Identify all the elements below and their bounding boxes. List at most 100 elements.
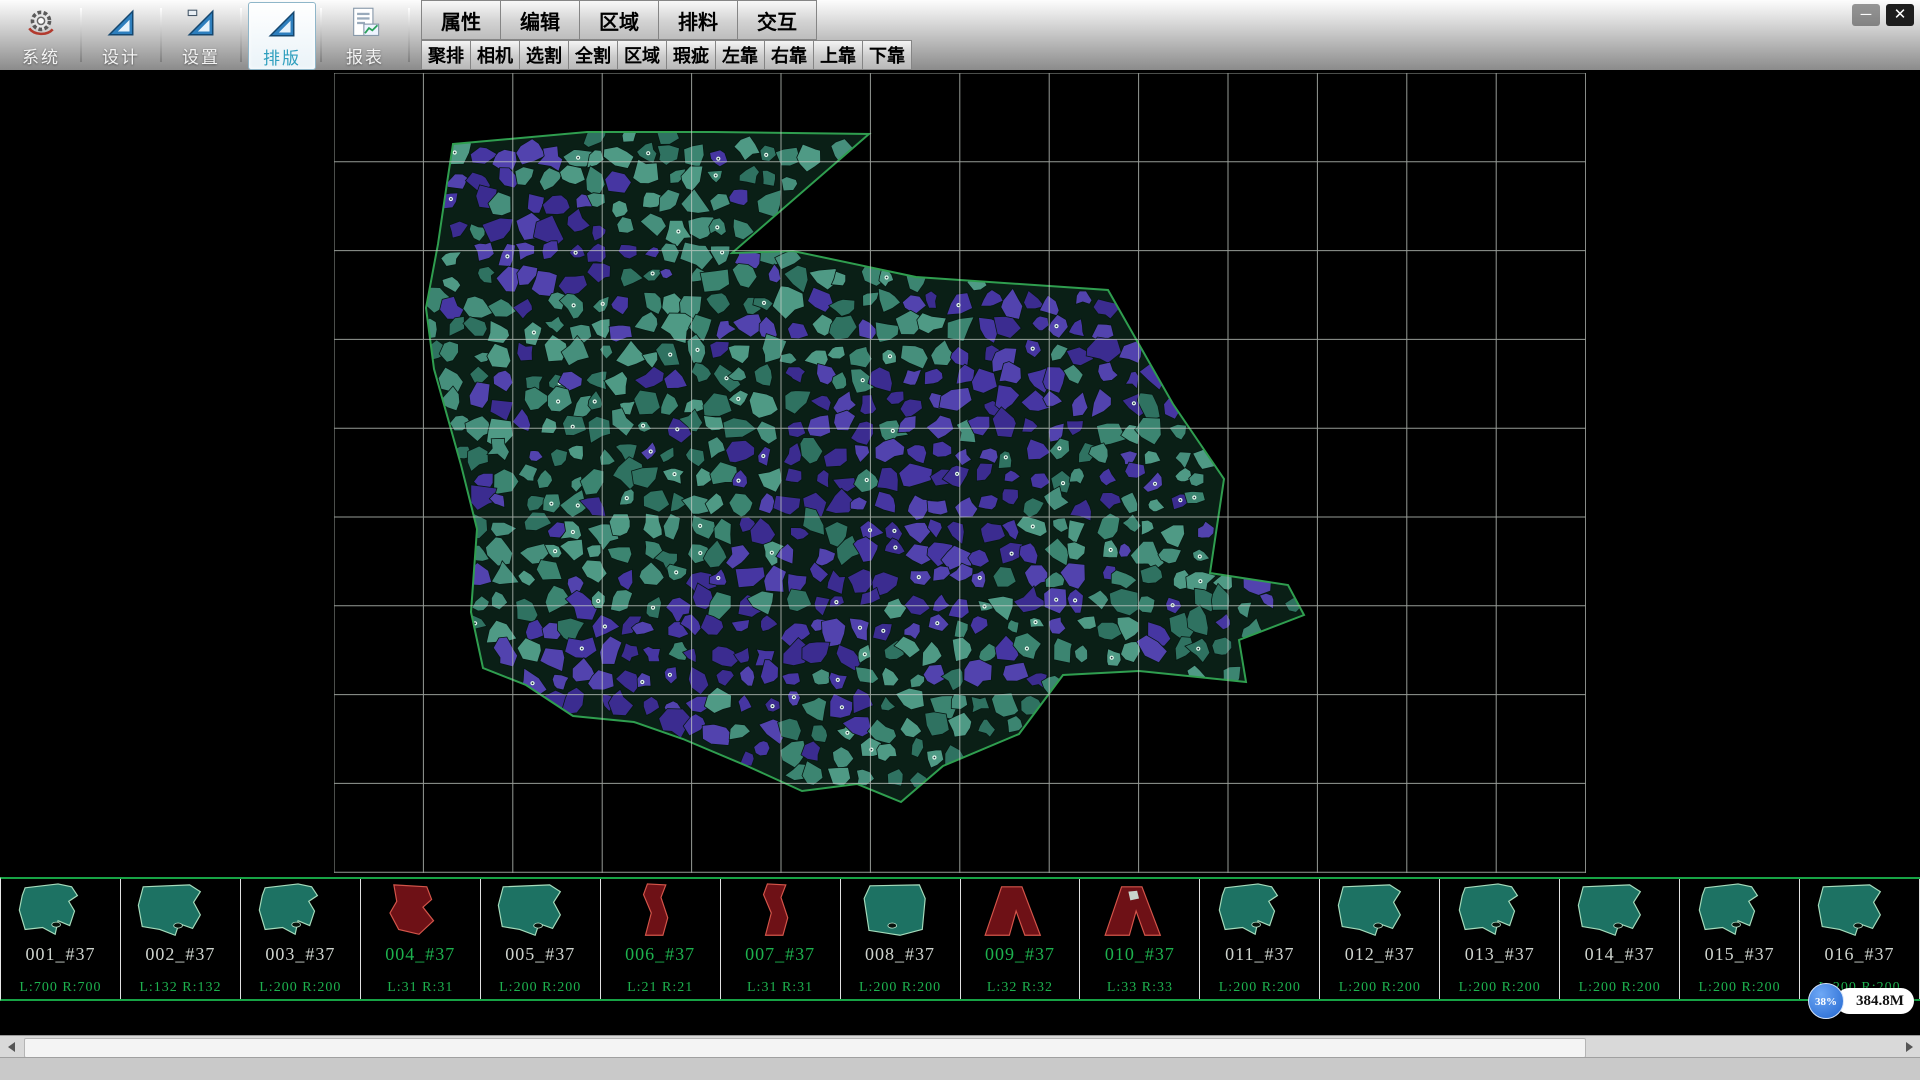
hide-thumbnail-008_#37[interactable]: 008_#37 L:200 R:200 <box>841 879 961 999</box>
nesting-canvas[interactable] <box>0 70 1920 877</box>
hide-label: 011_#37 <box>1225 943 1294 965</box>
app-window: 系统 设计 设置 <box>0 0 1920 1080</box>
scroll-thumb[interactable] <box>24 1038 1586 1058</box>
hide-thumbnail-003_#37[interactable]: 003_#37 L:200 R:200 <box>241 879 361 999</box>
minimize-button[interactable]: ─ <box>1852 4 1880 26</box>
hide-stats: L:31 R:31 <box>387 980 453 999</box>
close-button[interactable]: ✕ <box>1886 4 1914 26</box>
nav-design-button[interactable]: 设计 <box>88 2 154 68</box>
hide-shape <box>132 881 228 943</box>
hide-strip: 001_#37 L:700 R:700 002_#37 L:132 R:132 … <box>0 877 1920 1001</box>
nav-system-button[interactable]: 系统 <box>8 2 74 68</box>
hide-label: 015_#37 <box>1705 943 1775 965</box>
hide-thumbnail-013_#37[interactable]: 013_#37 L:200 R:200 <box>1440 879 1560 999</box>
hide-shape <box>252 881 348 943</box>
tool-snap-top[interactable]: 上靠 <box>813 40 863 70</box>
hide-shape <box>492 881 588 943</box>
tool-snap-left[interactable]: 左靠 <box>715 40 765 70</box>
nav-layout-button[interactable]: 排版 <box>248 2 316 70</box>
right-arrow-icon <box>1906 1042 1913 1052</box>
hide-stats: L:200 R:200 <box>1339 980 1421 999</box>
tool-defect[interactable]: 瑕疵 <box>666 40 716 70</box>
menu-region[interactable]: 区域 <box>579 0 659 40</box>
hide-label: 010_#37 <box>1105 943 1175 965</box>
hide-label: 004_#37 <box>385 943 455 965</box>
hide-thumbnail-012_#37[interactable]: 012_#37 L:200 R:200 <box>1320 879 1440 999</box>
nav-report-button[interactable]: 报表 <box>328 2 402 68</box>
hide-shape <box>1692 881 1788 943</box>
menu-interaction[interactable]: 交互 <box>737 0 817 40</box>
hide-label: 016_#37 <box>1825 943 1895 965</box>
hide-stats: L:200 R:200 <box>1459 980 1541 999</box>
hide-label: 003_#37 <box>265 943 335 965</box>
hide-thumbnail-015_#37[interactable]: 015_#37 L:200 R:200 <box>1680 879 1800 999</box>
hide-thumbnail-005_#37[interactable]: 005_#37 L:200 R:200 <box>481 879 601 999</box>
hide-thumbnail-004_#37[interactable]: 004_#37 L:31 R:31 <box>361 879 481 999</box>
nesting-svg <box>334 73 1586 873</box>
hide-label: 014_#37 <box>1585 943 1655 965</box>
menu-properties[interactable]: 属性 <box>421 0 501 40</box>
hide-label: 005_#37 <box>505 943 575 965</box>
hide-shape <box>1812 881 1908 943</box>
nav-separator <box>160 8 162 62</box>
hide-label: 007_#37 <box>745 943 815 965</box>
hide-shape <box>1212 881 1308 943</box>
horizontal-scrollbar[interactable] <box>0 1035 1920 1058</box>
hide-shape <box>12 881 108 943</box>
scroll-left-button[interactable] <box>0 1036 22 1058</box>
nav-settings-button[interactable]: 设置 <box>168 2 234 68</box>
tool-region[interactable]: 区域 <box>617 40 667 70</box>
hide-stats: L:132 R:132 <box>139 980 221 999</box>
hide-label: 002_#37 <box>145 943 215 965</box>
hide-stats: L:31 R:31 <box>747 980 813 999</box>
hide-stats: L:200 R:200 <box>259 980 341 999</box>
progress-badge: 38% <box>1808 983 1844 1019</box>
hide-shape <box>852 881 948 943</box>
hide-thumbnail-001_#37[interactable]: 001_#37 L:700 R:700 <box>1 879 121 999</box>
hide-label: 009_#37 <box>985 943 1055 965</box>
memory-badge: 384.8M <box>1836 988 1914 1014</box>
hide-thumbnail-002_#37[interactable]: 002_#37 L:132 R:132 <box>121 879 241 999</box>
hide-label: 013_#37 <box>1465 943 1535 965</box>
hide-label: 012_#37 <box>1345 943 1415 965</box>
tool-cluster-nest[interactable]: 聚排 <box>421 40 471 70</box>
window-controls: ─ ✕ <box>1852 4 1914 26</box>
hide-stats: L:200 R:200 <box>499 980 581 999</box>
hide-label: 001_#37 <box>25 943 95 965</box>
nav-layout-label: 排版 <box>263 44 301 69</box>
hide-thumbnail-006_#37[interactable]: 006_#37 L:21 R:21 <box>601 879 721 999</box>
scroll-right-button[interactable] <box>1898 1036 1920 1058</box>
hide-shape <box>1332 881 1428 943</box>
hide-thumbnail-010_#37[interactable]: 010_#37 L:33 R:33 <box>1080 879 1200 999</box>
hide-label: 008_#37 <box>865 943 935 965</box>
tool-select-cut[interactable]: 选割 <box>519 40 569 70</box>
hide-shape <box>732 881 828 943</box>
hide-shape <box>372 881 468 943</box>
settings-ruler-icon <box>185 5 217 41</box>
hide-thumbnail-016_#37[interactable]: 016_#37 L:200 R:200 <box>1800 879 1920 999</box>
hide-shape <box>1452 881 1548 943</box>
hide-stats: L:33 R:33 <box>1107 980 1173 999</box>
nav-separator <box>408 8 410 62</box>
tool-bar: 聚排 相机 选割 全割 区域 瑕疵 左靠 右靠 上靠 下靠 <box>422 40 912 70</box>
hide-stats: L:21 R:21 <box>627 980 693 999</box>
tool-full-cut[interactable]: 全割 <box>568 40 618 70</box>
menu-edit[interactable]: 编辑 <box>500 0 580 40</box>
hide-thumbnail-007_#37[interactable]: 007_#37 L:31 R:31 <box>721 879 841 999</box>
layout-ruler-icon <box>266 6 298 42</box>
tool-camera[interactable]: 相机 <box>470 40 520 70</box>
report-icon <box>348 5 382 41</box>
hide-stats: L:200 R:200 <box>1579 980 1661 999</box>
tool-snap-right[interactable]: 右靠 <box>764 40 814 70</box>
window-bottom-border <box>0 1057 1920 1080</box>
nav-separator <box>240 8 242 62</box>
hide-thumbnail-011_#37[interactable]: 011_#37 L:200 R:200 <box>1200 879 1320 999</box>
hide-thumbnail-009_#37[interactable]: 009_#37 L:32 R:32 <box>961 879 1081 999</box>
toolbar-area: 系统 设计 设置 <box>0 0 1920 71</box>
hide-stats: L:200 R:200 <box>1699 980 1781 999</box>
hide-shape <box>1572 881 1668 943</box>
menu-nesting[interactable]: 排料 <box>658 0 738 40</box>
hide-thumbnail-014_#37[interactable]: 014_#37 L:200 R:200 <box>1560 879 1680 999</box>
tool-snap-bottom[interactable]: 下靠 <box>862 40 912 70</box>
nav-separator <box>320 8 322 62</box>
